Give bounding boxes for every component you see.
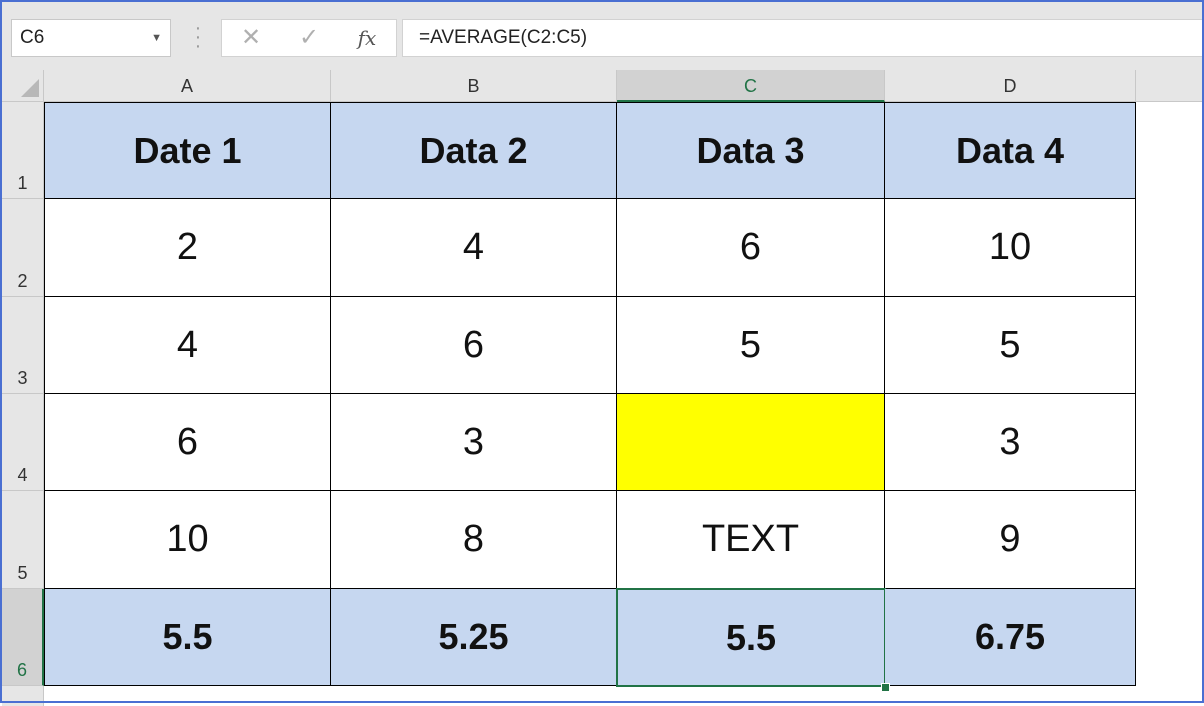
fill-handle[interactable] [881,683,890,692]
column-header-b[interactable]: B [331,70,617,102]
cell-b4[interactable]: 3 [331,394,617,491]
cell-d5[interactable]: 9 [885,491,1136,589]
row-number: 1 [17,173,28,193]
row-number: 5 [17,563,28,583]
cell-c5[interactable]: TEXT [617,491,885,589]
cell-b6[interactable]: 5.25 [331,589,617,686]
column-header-a[interactable]: A [44,70,331,102]
cell-c4[interactable] [617,394,885,491]
row-header-filler [2,686,44,706]
row-header-5[interactable]: 5 [2,491,44,589]
row-header-4[interactable]: 4 [2,394,44,491]
name-box-value: C6 [20,27,45,48]
column-header-d[interactable]: D [885,70,1136,102]
cell-a6[interactable]: 5.5 [44,589,331,686]
select-all-button[interactable] [2,70,44,102]
cell-a1[interactable]: Date 1 [44,102,331,199]
column-header-filler [1136,70,1202,102]
row-header-1[interactable]: 1 [2,102,44,199]
chevron-down-icon[interactable]: ▼ [151,20,162,56]
cell-a5[interactable]: 10 [44,491,331,589]
cell-b3[interactable]: 6 [331,297,617,394]
cell-c2[interactable]: 6 [617,199,885,297]
formula-icons: ✕ ✓ fx [221,19,397,57]
cell-d3[interactable]: 5 [885,297,1136,394]
cancel-x-icon[interactable]: ✕ [236,24,266,52]
row-number: 4 [17,465,28,485]
grip-dots-icon: · · · [194,17,202,57]
cell-d2[interactable]: 10 [885,199,1136,297]
formula-input[interactable]: =AVERAGE(C2:C5) [402,19,1202,57]
cell-a4[interactable]: 6 [44,394,331,491]
cell-a2[interactable]: 2 [44,199,331,297]
row-number: 6 [16,660,27,680]
row-header-2[interactable]: 2 [2,199,44,297]
cell-c1[interactable]: Data 3 [617,102,885,199]
cell-b1[interactable]: Data 2 [331,102,617,199]
formula-bar: C6 ▼ · · · ✕ ✓ fx =AVERAGE(C2:C5) [2,2,1202,70]
column-header-c[interactable]: C [617,70,885,102]
insert-function-icon[interactable]: fx [352,24,382,52]
cell-c3[interactable]: 5 [617,297,885,394]
select-all-triangle-icon [21,79,39,97]
row-number: 3 [17,368,28,388]
cell-a3[interactable]: 4 [44,297,331,394]
cell-d6[interactable]: 6.75 [885,589,1136,686]
row-header-6[interactable]: 6 [2,589,44,686]
row-header-3[interactable]: 3 [2,297,44,394]
cell-c6-selected[interactable]: 5.5 [616,588,886,687]
cell-d4[interactable]: 3 [885,394,1136,491]
enter-check-icon[interactable]: ✓ [294,24,324,52]
name-box[interactable]: C6 ▼ [11,19,171,57]
cell-d1[interactable]: Data 4 [885,102,1136,199]
row-number: 2 [17,271,28,291]
cell-b5[interactable]: 8 [331,491,617,589]
cell-b2[interactable]: 4 [331,199,617,297]
